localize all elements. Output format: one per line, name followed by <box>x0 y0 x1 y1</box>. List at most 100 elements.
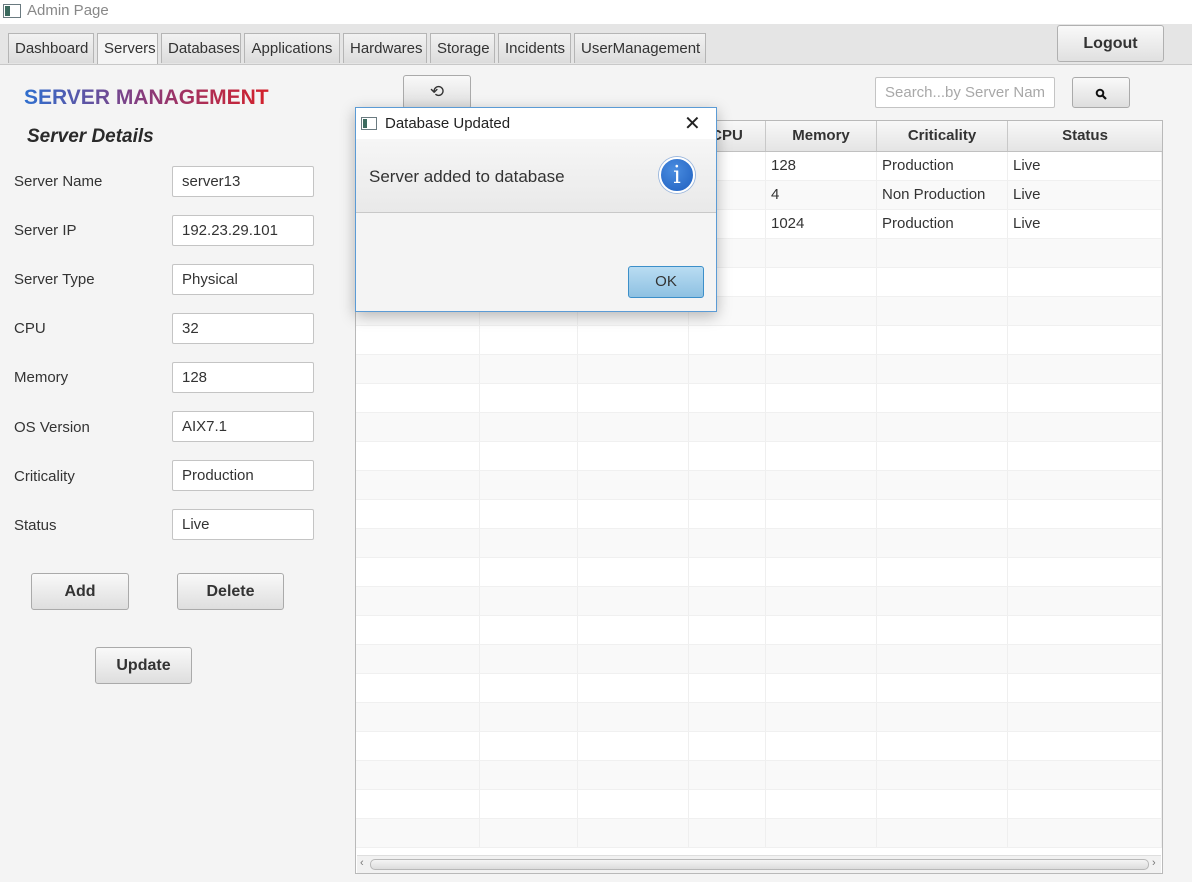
scrollbar-thumb[interactable] <box>370 859 1149 870</box>
table-row[interactable] <box>356 384 1162 413</box>
table-cell <box>578 761 689 789</box>
table-cell <box>766 674 877 702</box>
status-input[interactable] <box>172 509 314 540</box>
tab-databases[interactable]: Databases <box>161 33 241 63</box>
table-row[interactable] <box>356 413 1162 442</box>
table-cell <box>356 558 480 586</box>
table-cell <box>356 587 480 615</box>
table-cell: 1024 <box>766 210 877 238</box>
table-cell <box>578 442 689 470</box>
os-version-input[interactable] <box>172 411 314 442</box>
table-cell <box>877 500 1008 528</box>
table-row[interactable] <box>356 674 1162 703</box>
table-row[interactable] <box>356 471 1162 500</box>
delete-button[interactable]: Delete <box>177 573 284 610</box>
table-cell: Production <box>877 152 1008 180</box>
table-cell <box>766 471 877 499</box>
column-header-status[interactable]: Status <box>1008 121 1162 151</box>
update-button[interactable]: Update <box>95 647 192 684</box>
tab-usermanagement[interactable]: UserManagement <box>574 33 706 63</box>
table-cell <box>1008 761 1162 789</box>
page-title: SERVER MANAGEMENT <box>24 86 269 109</box>
memory-input[interactable] <box>172 362 314 393</box>
table-cell <box>1008 790 1162 818</box>
table-row[interactable] <box>356 645 1162 674</box>
table-cell <box>689 442 766 470</box>
table-cell: 4 <box>766 181 877 209</box>
server-name-input[interactable] <box>172 166 314 197</box>
table-cell <box>480 616 578 644</box>
table-cell <box>1008 703 1162 731</box>
table-cell <box>766 355 877 383</box>
table-cell <box>578 326 689 354</box>
table-cell <box>578 732 689 760</box>
cpu-input[interactable] <box>172 313 314 344</box>
scroll-left-icon[interactable]: ‹ <box>360 857 364 869</box>
table-cell <box>480 674 578 702</box>
table-cell <box>689 790 766 818</box>
refresh-icon: ⟲ <box>429 82 445 101</box>
refresh-button[interactable]: ⟲ <box>403 75 471 109</box>
tab-hardwares[interactable]: Hardwares <box>343 33 427 63</box>
table-cell <box>480 587 578 615</box>
search-input[interactable] <box>875 77 1055 108</box>
tab-incidents[interactable]: Incidents <box>498 33 571 63</box>
table-cell <box>1008 297 1162 325</box>
table-cell <box>578 355 689 383</box>
table-cell <box>480 703 578 731</box>
table-cell <box>356 819 480 847</box>
search-icon <box>1095 88 1107 100</box>
table-row[interactable] <box>356 326 1162 355</box>
table-row[interactable] <box>356 558 1162 587</box>
table-cell <box>877 268 1008 296</box>
table-row[interactable] <box>356 819 1162 848</box>
section-title: Server Details <box>27 126 154 147</box>
logout-button[interactable]: Logout <box>1057 25 1164 62</box>
server-ip-input[interactable] <box>172 215 314 246</box>
table-cell <box>877 674 1008 702</box>
table-cell <box>1008 645 1162 673</box>
tab-storage[interactable]: Storage <box>430 33 495 63</box>
table-row[interactable] <box>356 442 1162 471</box>
table-cell <box>1008 558 1162 586</box>
cpu-label: CPU <box>14 320 46 337</box>
table-cell <box>356 703 480 731</box>
column-header-criticality[interactable]: Criticality <box>877 121 1008 151</box>
table-row[interactable] <box>356 355 1162 384</box>
table-cell <box>578 645 689 673</box>
tab-dashboard[interactable]: Dashboard <box>8 33 94 63</box>
table-cell <box>578 384 689 412</box>
table-row[interactable] <box>356 616 1162 645</box>
table-row[interactable] <box>356 529 1162 558</box>
table-row[interactable] <box>356 587 1162 616</box>
table-row[interactable] <box>356 500 1162 529</box>
table-cell <box>689 500 766 528</box>
criticality-input[interactable] <box>172 460 314 491</box>
add-button[interactable]: Add <box>31 573 129 610</box>
table-row[interactable] <box>356 703 1162 732</box>
column-header-memory[interactable]: Memory <box>766 121 877 151</box>
table-cell <box>766 500 877 528</box>
table-cell <box>877 384 1008 412</box>
table-cell <box>766 529 877 557</box>
server-type-input[interactable] <box>172 264 314 295</box>
window-titlebar: Admin Page <box>0 0 1192 24</box>
ok-button[interactable]: OK <box>628 266 704 298</box>
table-cell <box>480 355 578 383</box>
dialog-header: Server added to database i <box>356 139 716 213</box>
table-cell <box>766 761 877 789</box>
table-cell <box>877 529 1008 557</box>
scroll-right-icon[interactable]: › <box>1152 857 1156 869</box>
table-row[interactable] <box>356 732 1162 761</box>
app-icon <box>361 117 377 130</box>
table-row[interactable] <box>356 761 1162 790</box>
tab-applications[interactable]: Applications <box>244 33 340 63</box>
horizontal-scrollbar[interactable]: ‹ › <box>357 855 1161 873</box>
tab-servers[interactable]: Servers <box>97 33 158 64</box>
table-cell <box>578 500 689 528</box>
table-row[interactable] <box>356 790 1162 819</box>
search-button[interactable] <box>1072 77 1130 108</box>
close-icon[interactable]: ✕ <box>684 111 701 136</box>
table-cell <box>1008 819 1162 847</box>
table-cell <box>689 732 766 760</box>
